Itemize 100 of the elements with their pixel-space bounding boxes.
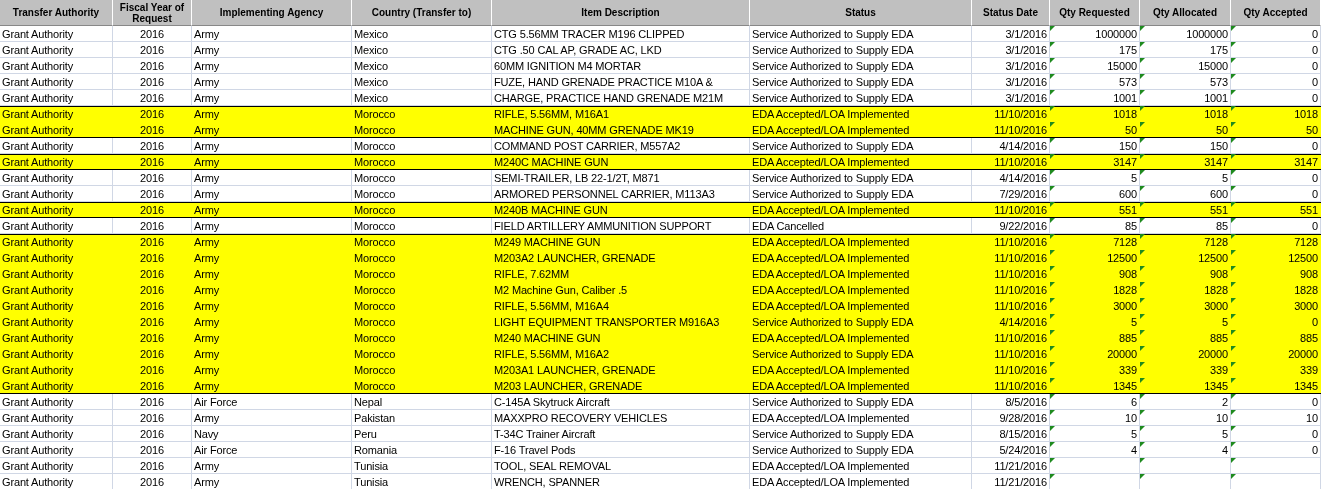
table-cell: 20000: [1107, 346, 1137, 361]
table-cell: EDA Accepted/LOA Implemented: [752, 234, 910, 249]
table-cell: 20000: [1288, 346, 1318, 361]
column-header: Status Date: [972, 0, 1050, 26]
table-cell: 2016: [140, 58, 164, 73]
column-header: Qty Requested: [1050, 0, 1140, 26]
table-cell: 0: [1312, 138, 1318, 153]
table-cell: 2016: [140, 458, 164, 473]
table-cell: 50: [1125, 122, 1137, 137]
table-cell: 2016: [140, 474, 164, 489]
table-cell: 2016: [140, 394, 164, 409]
table-cell: 1018: [1294, 106, 1318, 121]
table-cell: Grant Authority: [2, 314, 74, 329]
table-cell: 1345: [1113, 378, 1137, 393]
table-cell: 573: [1119, 74, 1137, 89]
table-cell: Grant Authority: [2, 346, 74, 361]
table-cell: Morocco: [354, 138, 396, 153]
table-cell: Army: [194, 346, 220, 361]
table-cell: LIGHT EQUIPMENT TRANSPORTER M916A3: [494, 314, 720, 329]
table-cell: 1001: [1113, 90, 1137, 105]
table-cell: Army: [194, 474, 220, 489]
table-cell: Grant Authority: [2, 282, 74, 297]
table-cell: 8/15/2016: [999, 426, 1047, 441]
table-cell: WRENCH, SPANNER: [494, 474, 600, 489]
table-cell: 175: [1210, 42, 1228, 57]
table-cell: 2016: [140, 362, 164, 377]
table-cell: 3/1/2016: [1005, 74, 1047, 89]
table-cell: 11/10/2016: [994, 282, 1047, 297]
table-cell: Grant Authority: [2, 426, 74, 441]
table-cell: Army: [194, 26, 220, 41]
table-cell: 2016: [140, 314, 164, 329]
table-cell: Army: [194, 282, 220, 297]
table-cell: 2016: [140, 330, 164, 345]
table-cell: 11/10/2016: [994, 346, 1047, 361]
table-cell: Nepal: [354, 394, 382, 409]
table-cell: 2016: [140, 170, 164, 185]
table-cell: Service Authorized to Supply EDA: [752, 170, 914, 185]
table-cell: Grant Authority: [2, 138, 74, 153]
table-cell: 1000000: [1095, 26, 1137, 41]
table-cell: Army: [194, 234, 220, 249]
table-cell: ARMORED PERSONNEL CARRIER, M113A3: [494, 186, 715, 201]
table-cell: 5: [1131, 426, 1137, 441]
table-cell: 2016: [140, 154, 164, 169]
table-cell: 2016: [140, 42, 164, 57]
table-cell: FUZE, HAND GRENADE PRACTICE M10A &: [494, 74, 713, 89]
table-cell: 60MM IGNITION M4 MORTAR: [494, 58, 642, 73]
table-cell: 5: [1222, 314, 1228, 329]
table-cell: Service Authorized to Supply EDA: [752, 74, 914, 89]
table-cell: 11/10/2016: [994, 298, 1047, 313]
table-cell: Peru: [354, 426, 377, 441]
table-cell: FIELD ARTILLERY AMMUNITION SUPPORT: [494, 218, 712, 233]
table-cell: Morocco: [354, 186, 396, 201]
table-cell: 2016: [140, 266, 164, 281]
table-cell: 175: [1119, 42, 1137, 57]
table-cell: Army: [194, 138, 220, 153]
table-cell: 3000: [1204, 298, 1228, 313]
table-cell: M249 MACHINE GUN: [494, 234, 601, 249]
table-cell: 2016: [140, 442, 164, 457]
table-cell: EDA Accepted/LOA Implemented: [752, 122, 910, 137]
table-cell: Morocco: [354, 330, 396, 345]
table-cell: Grant Authority: [2, 394, 74, 409]
table-cell: Grant Authority: [2, 234, 74, 249]
table-cell: Mexico: [354, 42, 388, 57]
table-cell: 0: [1312, 426, 1318, 441]
table-cell: 1001: [1204, 90, 1228, 105]
table-cell: Morocco: [354, 154, 396, 169]
table-cell: Service Authorized to Supply EDA: [752, 442, 914, 457]
table-cell: 0: [1312, 58, 1318, 73]
table-cell: Grant Authority: [2, 58, 74, 73]
table-cell: Pakistan: [354, 410, 395, 425]
table-cell: EDA Accepted/LOA Implemented: [752, 282, 910, 297]
table-cell: CHARGE, PRACTICE HAND GRENADE M21M: [494, 90, 723, 105]
table-cell: 12500: [1288, 250, 1318, 265]
table-cell: Army: [194, 410, 220, 425]
table-cell: Army: [194, 378, 220, 393]
table-cell: 3000: [1294, 298, 1318, 313]
table-cell: M240C MACHINE GUN: [494, 154, 609, 169]
table-cell: M203A2 LAUNCHER, GRENADE: [494, 250, 656, 265]
table-cell: Army: [194, 202, 220, 217]
table-cell: Army: [194, 266, 220, 281]
table-cell: Service Authorized to Supply EDA: [752, 314, 914, 329]
table-cell: 2016: [140, 426, 164, 441]
table-cell: F-16 Travel Pods: [494, 442, 576, 457]
table-cell: 85: [1216, 218, 1228, 233]
table-cell: Mexico: [354, 74, 388, 89]
table-cell: 6: [1131, 394, 1137, 409]
table-cell: Tunisia: [354, 458, 388, 473]
table-cell: 20000: [1198, 346, 1228, 361]
table-cell: EDA Accepted/LOA Implemented: [752, 106, 910, 121]
table-cell: Army: [194, 314, 220, 329]
table-cell: Army: [194, 298, 220, 313]
table-cell: 908: [1300, 266, 1318, 281]
table-cell: 7128: [1204, 234, 1228, 249]
table-cell: MACHINE GUN, 40MM GRENADE MK19: [494, 122, 694, 137]
table-cell: Grant Authority: [2, 362, 74, 377]
table-cell: Mexico: [354, 90, 388, 105]
table-cell: Morocco: [354, 106, 396, 121]
table-cell: 2016: [140, 218, 164, 233]
table-cell: Service Authorized to Supply EDA: [752, 186, 914, 201]
table-cell: 12500: [1198, 250, 1228, 265]
